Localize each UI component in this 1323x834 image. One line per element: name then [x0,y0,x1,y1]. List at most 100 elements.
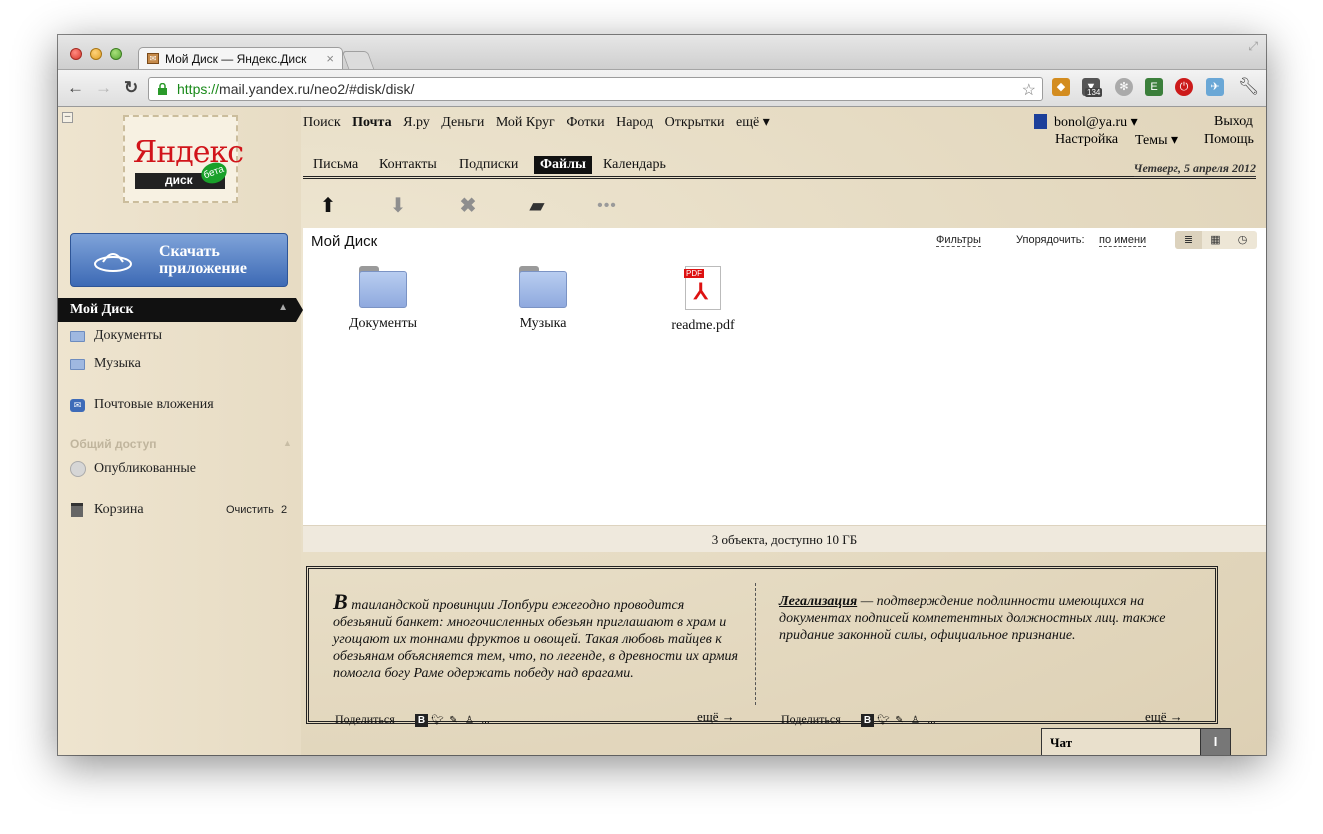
extension-adblock-icon[interactable]: ⏻ [1175,78,1193,96]
trash-clear-label: Очистить [226,504,274,516]
tab-close-icon[interactable]: × [326,51,334,66]
pdf-icon: PDF ⅄ [684,266,721,310]
nav-link-narod[interactable]: Народ [616,115,653,130]
collapse-arrow-icon[interactable]: ▲ [278,302,288,313]
sidebar-item-label: Почтовые вложения [94,397,214,412]
twitter-icon[interactable]: 🐦︎ [877,714,890,727]
lock-icon [158,83,167,95]
tab-files[interactable]: Файлы [534,156,592,174]
file-area: Мой Диск Фильтры Упорядочить: по имени ≣… [303,228,1266,525]
nav-link-postcards[interactable]: Открытки [665,115,725,130]
window-close-button[interactable] [70,48,82,60]
extension-basket-icon[interactable]: ◆ [1052,78,1070,96]
twitter-icon[interactable]: 🐦︎ [431,714,444,727]
nav-link-moikrug[interactable]: Мой Круг [496,115,555,130]
delete-icon[interactable]: ✖ [457,195,479,217]
vk-icon[interactable]: B [415,714,428,727]
extension-evernote-icon[interactable]: E [1145,78,1163,96]
shared-collapse-icon[interactable]: ▲ [283,438,292,448]
active-pointer [296,298,303,322]
tab-title: Мой Диск — Яндекс.Диск [165,52,307,66]
sort-label: Упорядочить: [1016,234,1085,246]
themes-link[interactable]: Темы ▾ [1135,132,1178,149]
nav-link-photos[interactable]: Фотки [566,115,604,130]
wrench-icon[interactable]: 🔧︎ [1238,77,1260,97]
timeline-view-icon[interactable]: ◷ [1229,231,1256,249]
share-icons: B 🐦︎ ✎ ♙... [861,712,941,727]
chat-widget[interactable]: Чат I [1041,728,1231,755]
forward-button[interactable]: → [95,78,112,98]
download-app-label-1: Скачать [159,243,220,260]
extension-bird-icon[interactable]: ✈ [1206,78,1224,96]
more-facts-link[interactable]: ещё → [697,709,735,725]
person-icon[interactable]: ♙ [463,714,476,727]
tab-contacts[interactable]: Контакты [373,156,443,174]
sidebar-item-my-disk[interactable]: Мой Диск ▲ [58,298,296,322]
bookmark-star-icon[interactable]: ☆ [1022,80,1036,100]
shared-access-header: Общий доступ [70,437,157,451]
nav-link-mail[interactable]: Почта [352,115,391,130]
pencil-icon[interactable]: ✎ [893,714,906,727]
person-icon[interactable]: ♙ [909,714,922,727]
tab-subscriptions[interactable]: Подписки [453,156,524,174]
sidebar-item-music[interactable]: Музыка [70,356,141,372]
upload-icon[interactable]: ⬆ [317,195,339,217]
collapse-icon[interactable]: – [62,112,73,123]
vk-icon[interactable]: B [861,714,874,727]
tab-calendar[interactable]: Календарь [597,156,672,174]
window-minimize-button[interactable] [90,48,102,60]
file-name: Музыка [519,316,567,331]
logout-link[interactable]: Выход [1214,114,1253,130]
chat-toggle-button[interactable]: I [1200,729,1230,755]
new-folder-icon[interactable]: ▰ [526,195,548,217]
share-more[interactable]: ... [925,714,938,727]
file-item-music[interactable]: Музыка [488,266,598,332]
mail-subtabs: Письма Контакты Подписки Файлы Календарь… [303,153,1256,179]
list-view-icon[interactable]: ≣ [1175,231,1202,249]
sort-dropdown[interactable]: по имени [1099,234,1147,247]
grid-view-icon[interactable]: ▦ [1202,231,1229,249]
user-avatar-icon [1034,114,1047,129]
browser-tab[interactable]: ✉ Мой Диск — Яндекс.Диск × [138,47,343,70]
new-tab-button[interactable] [341,51,375,69]
word-term-link[interactable]: Легализация [779,594,857,609]
more-words-link[interactable]: ещё → [1145,709,1183,725]
file-name: Документы [348,316,418,331]
pencil-icon[interactable]: ✎ [447,714,460,727]
download-app-button[interactable]: Скачать приложение [70,233,288,287]
download-app-label-2: приложение [159,260,247,277]
folder-icon [70,331,85,342]
more-actions-button[interactable]: ••• [596,195,618,217]
file-item-documents[interactable]: Документы [328,266,438,332]
browser-window: ✉ Мой Диск — Яндекс.Диск × ⤢ ← → ↻ https… [58,35,1266,755]
view-switcher: ≣ ▦ ◷ [1175,231,1257,249]
facts-panel: В таиландской провинции Лопбури ежегодно… [306,566,1218,727]
help-link[interactable]: Помощь [1204,132,1254,148]
extension-reel-icon[interactable]: ✻ [1115,78,1133,96]
address-bar[interactable]: https://mail.yandex.ru/neo2/#disk/disk/ … [148,77,1043,101]
share-more[interactable]: ... [479,714,492,727]
sidebar-item-label: Опубликованные [94,461,197,476]
back-button[interactable]: ← [67,78,84,98]
nav-link-search[interactable]: Поиск [303,115,341,130]
file-item-readme[interactable]: PDF ⅄ readme.pdf [648,266,758,334]
settings-link[interactable]: Настройка [1055,132,1118,148]
word-of-the-day: Легализация — подтверждение подлинности … [779,593,1199,644]
tab-letters[interactable]: Письма [307,156,364,174]
filters-link[interactable]: Фильтры [936,234,981,247]
current-date: Четверг, 5 апреля 2012 [1133,161,1256,177]
window-maximize-button[interactable] [110,48,122,60]
fullscreen-icon[interactable]: ⤢ [1248,39,1258,54]
yandex-disk-logo[interactable]: Яндекс диск бета [123,115,244,203]
download-icon[interactable]: ⬇ [387,195,409,217]
sidebar-item-documents[interactable]: Документы [70,328,162,344]
nav-link-more[interactable]: ещё ▾ [736,115,770,130]
reload-button[interactable]: ↻ [124,78,138,98]
nav-link-money[interactable]: Деньги [441,115,484,130]
nav-link-yaru[interactable]: Я.ру [403,115,430,130]
sidebar-item-published[interactable]: Опубликованные [70,461,196,477]
trash-clear-button[interactable]: Очистить 2 [226,504,287,516]
sidebar-item-mail-attachments[interactable]: ✉ Почтовые вложения [70,397,214,413]
sidebar-item-label: Музыка [94,356,141,371]
sidebar-item-trash[interactable]: Корзина [70,502,144,518]
